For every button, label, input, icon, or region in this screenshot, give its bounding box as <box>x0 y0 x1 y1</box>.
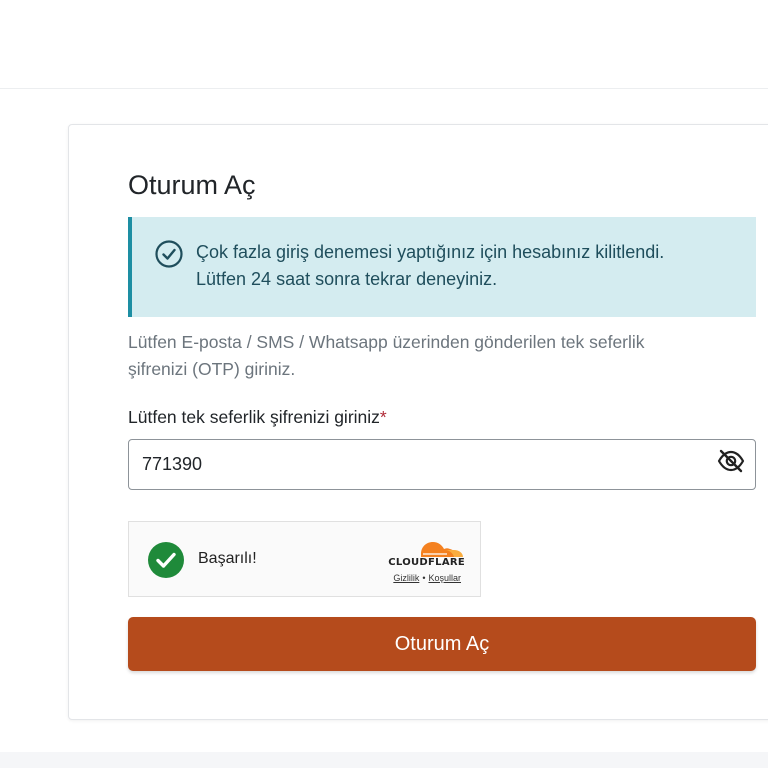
link-separator: • <box>422 573 426 583</box>
captcha-status: Başarılı! <box>198 550 257 567</box>
otp-input[interactable] <box>128 439 756 490</box>
captcha-widget[interactable]: Başarılı! CLOUDFLARE Gizlilik • Koşullar <box>128 521 481 597</box>
success-check-icon <box>148 542 184 578</box>
otp-instructions-line-1: Lütfen E-posta / SMS / Whatsapp üzerinde… <box>128 332 645 352</box>
page-title: Oturum Aç <box>128 170 256 200</box>
cloudflare-wordmark: CLOUDFLARE <box>388 557 465 568</box>
privacy-link[interactable]: Gizlilik <box>393 573 419 583</box>
otp-instructions-line-2: şifrenizi (OTP) giriniz. <box>128 359 296 379</box>
login-submit-button[interactable]: Oturum Aç <box>128 617 756 671</box>
otp-field-label-text: Lütfen tek seferlik şifrenizi giriniz <box>128 407 380 427</box>
lockout-alert: Çok fazla giriş denemesi yaptığınız için… <box>128 217 756 317</box>
check-circle-icon <box>155 240 183 268</box>
required-mark: * <box>379 407 387 427</box>
footer-strip <box>0 752 768 768</box>
otp-field-label: Lütfen tek seferlik şifrenizi giriniz* <box>128 407 387 428</box>
otp-instructions: Lütfen E-posta / SMS / Whatsapp üzerinde… <box>128 329 748 383</box>
terms-link[interactable]: Koşullar <box>428 573 461 583</box>
top-header <box>0 0 768 89</box>
captcha-links: Gizlilik • Koşullar <box>375 573 461 583</box>
alert-line-2: Lütfen 24 saat sonra tekrar deneyiniz. <box>196 269 498 289</box>
alert-message: Çok fazla giriş denemesi yaptığınız için… <box>196 239 746 293</box>
alert-line-1: Çok fazla giriş denemesi yaptığınız için… <box>196 242 665 262</box>
eye-slash-icon[interactable] <box>716 448 746 474</box>
